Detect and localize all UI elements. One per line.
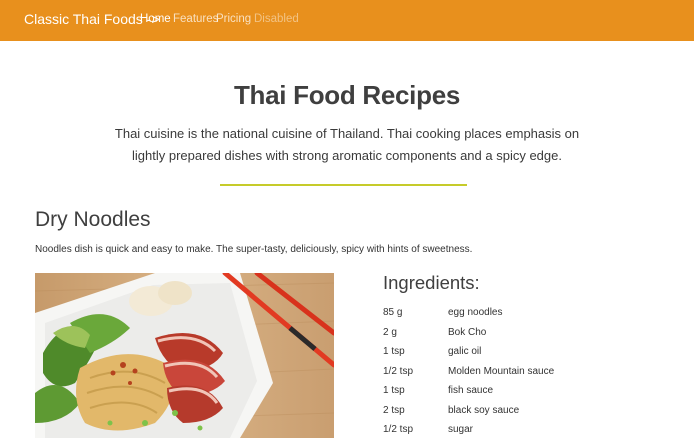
ingredient-name: black soy sauce bbox=[448, 404, 520, 416]
hero-description: Thai cuisine is the national cuisine of … bbox=[114, 126, 580, 163]
ingredient-name: Bok Cho bbox=[448, 326, 487, 338]
navbar: Classic Thai Foods -> Home Features Pric… bbox=[0, 0, 694, 41]
recipe-title: Dry Noodles bbox=[35, 208, 151, 231]
ingredients-list: 85 g egg noodles 2 g Bok Cho 1 tsp galic… bbox=[383, 307, 683, 444]
ingredient-row: 85 g egg noodles bbox=[383, 307, 683, 327]
ingredient-qty: 1 tsp bbox=[383, 346, 405, 357]
ingredient-row: 2 g Bok Cho bbox=[383, 327, 683, 347]
ingredient-row: 1/2 tsp Molden Mountain sauce bbox=[383, 366, 683, 386]
ingredient-row: 2 tsp black soy sauce bbox=[383, 405, 683, 425]
ingredient-row: 1 tsp fish sauce bbox=[383, 385, 683, 405]
ingredient-qty: 1/2 tsp bbox=[383, 424, 414, 435]
nav-pricing-link[interactable]: Pricing bbox=[216, 13, 251, 25]
ingredient-row: 1 tsp galic oil bbox=[383, 346, 683, 366]
nav-features-link[interactable]: Features bbox=[173, 13, 218, 25]
dry-noodles-photo bbox=[35, 273, 334, 438]
ingredient-name: galic oil bbox=[448, 346, 482, 357]
ingredient-name: Molden Mountain sauce bbox=[448, 365, 555, 377]
recipe-description: Noodles dish is quick and easy to make. … bbox=[35, 244, 473, 255]
ingredient-qty: 1 tsp bbox=[383, 385, 405, 396]
ingredients-title: Ingredients: bbox=[383, 272, 480, 293]
divider bbox=[220, 184, 467, 186]
ingredient-qty: 1/2 tsp bbox=[383, 365, 414, 377]
ingredient-qty: 85 g bbox=[383, 307, 403, 318]
ingredient-name: sugar bbox=[448, 424, 474, 435]
ingredient-name: fish sauce bbox=[448, 385, 494, 396]
ingredient-qty: 2 tsp bbox=[383, 404, 405, 416]
page-title: Thai Food Recipes bbox=[233, 80, 461, 110]
ingredient-name: egg noodles bbox=[448, 307, 503, 318]
ingredient-qty: 2 g bbox=[383, 326, 397, 338]
nav-disabled-link: Disabled bbox=[254, 13, 299, 25]
nav-home-link[interactable]: Home bbox=[140, 13, 171, 25]
ingredient-row: 1/2 tsp sugar bbox=[383, 424, 683, 444]
